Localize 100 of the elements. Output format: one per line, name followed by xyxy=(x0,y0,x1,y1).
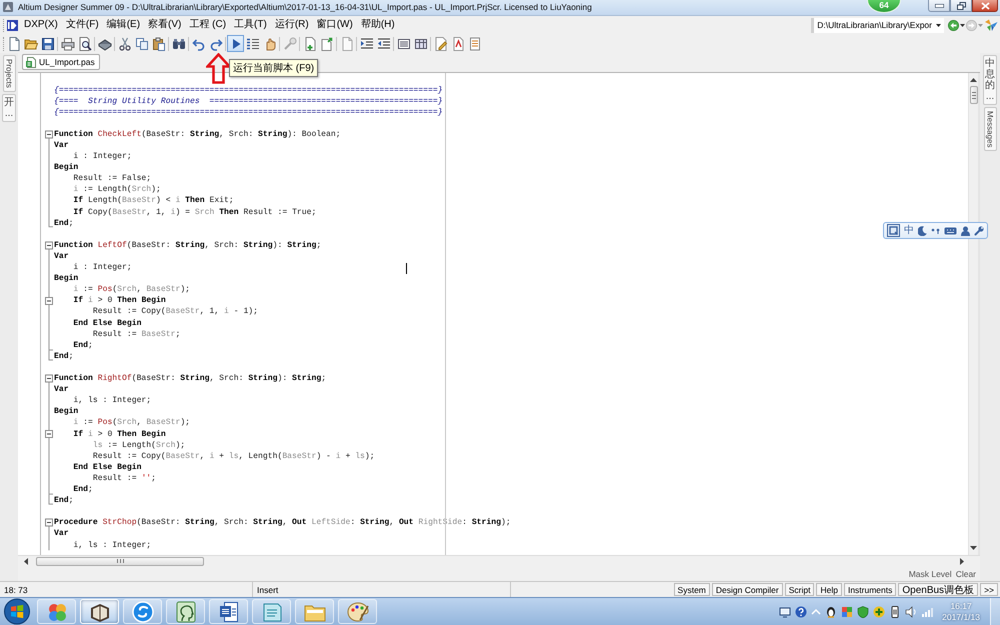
taskbar-button[interactable] xyxy=(338,599,377,624)
head-profile-icon xyxy=(174,600,196,622)
menu-item[interactable]: 编辑(E) xyxy=(102,17,144,33)
panel-button[interactable]: OpenBus调色板 xyxy=(898,583,978,596)
punctuation-icon[interactable] xyxy=(931,226,940,234)
notepad-icon xyxy=(260,600,282,622)
menu-item[interactable]: 窗口(W) xyxy=(312,17,357,33)
clock-time: 16:17 xyxy=(950,600,972,612)
code-line: Function CheckLeft(BaseStr: String, Srch: String): Boolean; xyxy=(54,128,341,140)
code-line: End; xyxy=(54,495,74,506)
pinwheel-logo-icon[interactable] xyxy=(984,19,998,31)
caret-icon xyxy=(936,24,941,26)
menu-item[interactable]: DXP(X) xyxy=(20,17,62,33)
code-line: If Copy(BaseStr, 1, i) = Srch Then Result := True; xyxy=(72,206,316,218)
page-arrow-icon xyxy=(320,36,334,50)
input-mode-toggle[interactable]: 中 xyxy=(904,224,914,236)
panel-tab[interactable]: 开... xyxy=(2,94,16,122)
vertical-scrollbar[interactable] xyxy=(968,73,978,555)
toolbar-button[interactable] xyxy=(39,35,56,52)
panel-button[interactable]: Script xyxy=(784,583,814,596)
code-line: Result := BaseStr; xyxy=(92,328,180,340)
document-icon xyxy=(218,600,240,622)
code-line: End; xyxy=(54,350,74,362)
panel-tab[interactable]: 中息的... xyxy=(983,55,997,105)
text-cursor xyxy=(406,263,407,274)
menu-item[interactable]: 运行(R) xyxy=(270,17,313,33)
menu-item[interactable]: 工程 (C) xyxy=(185,17,230,33)
clear-button[interactable]: Clear xyxy=(954,568,978,578)
code-line: Var xyxy=(54,384,69,396)
color-squares-icon[interactable] xyxy=(841,606,854,618)
code-line: End; xyxy=(72,484,93,496)
fold-toggle-icon[interactable] xyxy=(45,241,53,250)
minimize-icon xyxy=(934,4,944,8)
wand-icon xyxy=(282,36,296,50)
caret-icon xyxy=(960,24,965,26)
frame-logo-icon[interactable] xyxy=(887,224,900,237)
panel-button[interactable]: Design Compiler xyxy=(712,583,783,596)
fold-toggle-icon[interactable] xyxy=(45,430,53,438)
fold-toggle-icon[interactable] xyxy=(45,518,53,527)
panel-button[interactable]: Help xyxy=(816,583,842,596)
code-line: Begin xyxy=(54,273,78,284)
edit-mode: Insert xyxy=(257,584,278,594)
panel-button[interactable]: >> xyxy=(980,583,998,596)
restore-icon xyxy=(956,2,966,10)
penguin-icon[interactable] xyxy=(825,606,838,618)
taskbar-button[interactable] xyxy=(209,599,248,624)
menu-item[interactable]: 文件(F) xyxy=(62,17,103,33)
panel-button[interactable]: Instruments xyxy=(844,583,896,596)
panel-button[interactable]: System xyxy=(674,583,710,596)
code-line: i, ls : Integer; xyxy=(72,540,152,551)
code-line: Var xyxy=(54,250,69,262)
code-line: End; xyxy=(54,218,74,229)
scroll-thumb[interactable] xyxy=(970,86,978,104)
keyboard-icon[interactable] xyxy=(944,226,957,234)
code-line: If i > 0 Then Begin xyxy=(72,295,166,306)
fold-line xyxy=(48,526,50,551)
speaker-icon[interactable] xyxy=(905,606,918,618)
wrench-icon[interactable] xyxy=(974,226,984,236)
help-icon[interactable] xyxy=(795,606,808,618)
menu-item[interactable]: 帮助(H) xyxy=(356,17,399,33)
start-orb-icon[interactable] xyxy=(2,598,32,625)
toolbar-button[interactable] xyxy=(227,35,244,52)
menu-item[interactable]: 工具(T) xyxy=(230,17,271,33)
shield-icon[interactable] xyxy=(857,606,870,618)
panel-tab[interactable]: Messages xyxy=(984,107,996,152)
panel-tab[interactable]: Projects xyxy=(2,55,16,92)
scroll-thumb[interactable] xyxy=(36,556,204,566)
back-arrow-icon[interactable] xyxy=(948,20,959,30)
scroll-left-icon[interactable] xyxy=(24,558,28,564)
scroll-right-icon[interactable] xyxy=(960,558,964,564)
close-icon xyxy=(980,2,990,10)
code-line: i : Integer; xyxy=(72,262,132,274)
restore-button[interactable] xyxy=(950,0,972,12)
scroll-down-icon[interactable] xyxy=(970,546,977,550)
outdent-icon xyxy=(376,36,390,50)
person-icon[interactable] xyxy=(961,226,970,236)
horizontal-scrollbar[interactable] xyxy=(18,555,980,566)
toolbar-button[interactable] xyxy=(150,35,167,52)
script-file-icon xyxy=(26,56,36,68)
fold-toggle-icon[interactable] xyxy=(45,296,53,305)
toolbar-button[interactable] xyxy=(59,35,76,52)
fold-toggle-icon[interactable] xyxy=(45,374,53,383)
moon-icon[interactable] xyxy=(918,226,927,236)
mask-level-button[interactable]: Mask Level xyxy=(906,568,954,578)
code-line: {==============================================================================} xyxy=(54,84,443,96)
document-tab[interactable]: UL_Import.pas xyxy=(22,54,100,70)
taskbar-button[interactable] xyxy=(166,599,205,624)
dxp-logo-icon[interactable] xyxy=(7,20,18,30)
menu-item[interactable]: 察看(V) xyxy=(144,17,186,33)
app-icon xyxy=(3,2,13,12)
path-dropdown[interactable]: D:\UltraLibrarian\Library\Expor xyxy=(811,18,944,32)
code-line: If i > 0 Then Begin xyxy=(72,428,166,440)
device-icon[interactable] xyxy=(889,606,902,618)
scroll-up-icon[interactable] xyxy=(970,78,977,82)
fold-toggle-icon[interactable] xyxy=(45,130,53,138)
minimize-button[interactable] xyxy=(928,0,950,12)
code-line: Result := False; xyxy=(72,173,152,184)
close-button[interactable] xyxy=(972,0,998,12)
monitor-icon[interactable] xyxy=(779,606,792,618)
taskbar-button[interactable] xyxy=(80,599,119,624)
